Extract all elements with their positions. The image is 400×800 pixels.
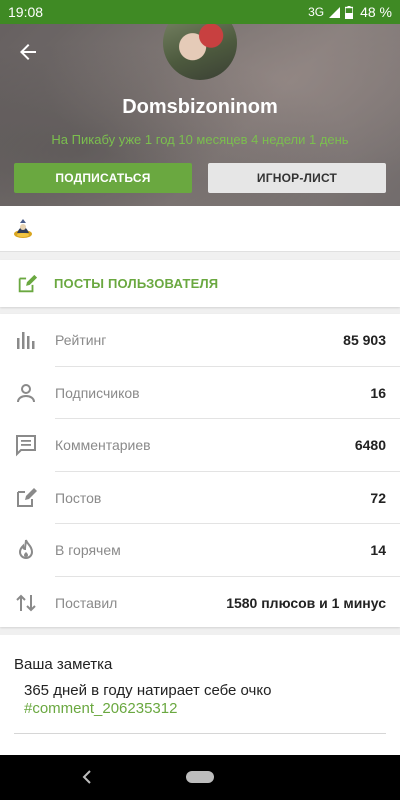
edit-icon <box>17 487 37 507</box>
note-title: Ваша заметка <box>14 656 113 673</box>
comment-icon <box>16 435 36 457</box>
user-posts-label: ПОСТЫ ПОЛЬЗОВАТЕЛЯ <box>54 276 219 291</box>
stat-label: В горячем <box>55 542 121 559</box>
system-nav-bar <box>0 755 400 800</box>
username: Domsbizoninom <box>122 96 278 118</box>
stat-label: Подписчиков <box>55 384 140 401</box>
stat-value: 6480 <box>354 437 386 454</box>
stat-subscribers[interactable]: Подписчиков 16 <box>0 367 400 419</box>
edit-icon <box>18 274 38 292</box>
user-posts-link[interactable]: ПОСТЫ ПОЛЬЗОВАТЕЛЯ <box>0 260 400 307</box>
person-icon <box>17 383 35 402</box>
stat-label: Постов <box>55 489 102 506</box>
network-type: 3G <box>308 5 325 19</box>
battery-icon <box>345 5 354 19</box>
nav-home-pill[interactable] <box>186 771 214 783</box>
stat-value: 1580 плюсов и 1 минус <box>226 594 386 611</box>
ignore-list-button[interactable]: ИГНОР-ЛИСТ <box>208 163 386 193</box>
flame-icon <box>18 539 34 560</box>
status-icons: 3G 48 % <box>308 4 392 20</box>
stat-rating: Рейтинг 85 903 <box>0 314 400 367</box>
stat-hot[interactable]: В горячем 14 <box>0 524 400 577</box>
back-arrow-icon[interactable] <box>14 40 42 64</box>
avatar[interactable] <box>163 24 237 80</box>
note-text[interactable]: 365 дней в году натирает себе очко <box>24 681 374 700</box>
stat-posts[interactable]: Постов 72 <box>0 472 400 524</box>
rating-icon <box>17 332 35 350</box>
signal-icon <box>329 6 341 18</box>
subscribe-button[interactable]: ПОДПИСАТЬСЯ <box>14 163 192 193</box>
battery-percent: 48 % <box>360 4 392 20</box>
status-time: 19:08 <box>8 4 44 20</box>
note-underline <box>14 733 386 734</box>
note-section[interactable]: Ваша заметка 365 дней в году натирает се… <box>0 635 400 755</box>
profile-header: Domsbizoninom На Пикабу уже 1 год 10 мес… <box>0 24 400 206</box>
awards-row <box>0 206 400 252</box>
stat-value: 14 <box>370 542 386 559</box>
member-since: На Пикабу уже 1 год 10 месяцев 4 недели … <box>51 132 349 147</box>
award-badge-icon[interactable] <box>12 218 34 240</box>
stat-label: Рейтинг <box>55 332 107 349</box>
stat-value: 16 <box>370 384 386 401</box>
sort-arrows-icon <box>16 594 36 612</box>
nav-back-icon[interactable] <box>80 767 94 787</box>
stat-value: 72 <box>370 489 386 506</box>
stat-label: Комментариев <box>55 437 151 454</box>
stat-comments[interactable]: Комментариев 6480 <box>0 419 400 472</box>
note-comment-link[interactable]: #comment_206235312 <box>24 700 177 717</box>
status-bar: 19:08 3G 48 % <box>0 0 400 24</box>
stats-list: Рейтинг 85 903 Подписчиков 16 Комментари… <box>0 314 400 627</box>
stat-value: 85 903 <box>343 332 386 349</box>
stat-label: Поставил <box>55 594 118 611</box>
stat-votes: Поставил 1580 плюсов и 1 минус <box>0 577 400 630</box>
